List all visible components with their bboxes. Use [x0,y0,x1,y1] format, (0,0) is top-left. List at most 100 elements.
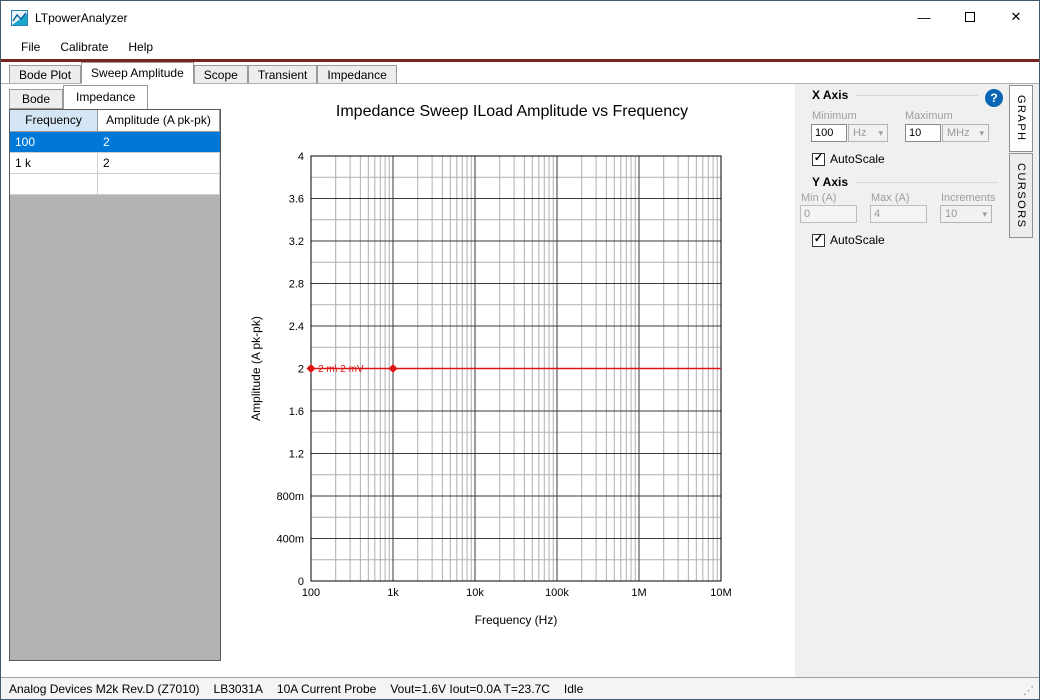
svg-text:3.2: 3.2 [289,236,304,248]
help-glyph: ? [990,91,997,105]
y-increments-value: 10 [945,208,957,220]
app-window: LTpowerAnalyzer — ✕ FileCalibrateHelp Bo… [0,0,1040,700]
y-min-label: Min (A) [801,192,836,204]
table-header-row: FrequencyAmplitude (A pk-pk) [10,110,220,132]
window-controls: — ✕ [901,1,1039,33]
svg-text:1.6: 1.6 [289,406,304,418]
maximize-icon [965,12,975,22]
svg-text:Amplitude (A pk-pk): Amplitude (A pk-pk) [249,316,263,421]
svg-text:3.6: 3.6 [289,194,304,206]
sub-tab-bode[interactable]: Bode [9,89,63,109]
help-icon[interactable]: ? [985,89,1003,107]
table-row[interactable] [10,174,220,195]
column-header-frequency[interactable]: Frequency [10,110,98,131]
tab-sweep-amplitude[interactable]: Sweep Amplitude [81,62,194,84]
checkbox-box: ✓ [812,234,825,247]
svg-text:100k: 100k [545,587,569,599]
side-tab-graph[interactable]: GRAPH [1009,85,1033,152]
tab-transient[interactable]: Transient [248,65,318,84]
x-axis-heading: X Axis [812,88,978,102]
svg-text:2.8: 2.8 [289,279,304,291]
side-tab-cursors[interactable]: CURSORS [1009,153,1033,239]
window-title: LTpowerAnalyzer [35,11,127,25]
y-autoscale-checkbox[interactable]: ✓ AutoScale [812,233,885,247]
chart-panel: Impedance Sweep ILoad Amplitude vs Frequ… [229,85,795,665]
svg-text:1M: 1M [631,587,646,599]
x-min-unit-select[interactable]: Hz ▾ [848,124,888,142]
chevron-down-icon: ▾ [878,128,883,139]
svg-text:Frequency (Hz): Frequency (Hz) [475,613,558,627]
table-cell[interactable]: 2 [98,132,220,152]
column-header-amplitude-a-pk-pk[interactable]: Amplitude (A pk-pk) [98,110,220,131]
svg-text:10k: 10k [466,587,484,599]
x-max-label: Maximum [905,110,953,122]
svg-text:2: 2 [298,364,304,376]
svg-text:4: 4 [298,151,304,163]
tab-impedance[interactable]: Impedance [317,65,396,84]
svg-text:1k: 1k [387,587,399,599]
table-row[interactable]: 1002 [10,132,220,153]
y-increments-select[interactable]: 10 ▾ [940,205,992,223]
check-icon: ✓ [814,153,823,164]
svg-text:2.4: 2.4 [289,321,304,333]
svg-text:400m: 400m [276,534,304,546]
menu-item-calibrate[interactable]: Calibrate [50,35,118,59]
x-autoscale-checkbox[interactable]: ✓ AutoScale [812,152,885,166]
table-row[interactable]: 1 k2 [10,153,220,174]
close-button[interactable]: ✕ [993,1,1039,33]
checkbox-box: ✓ [812,153,825,166]
x-min-label: Minimum [812,110,857,122]
impedance-sweep-chart[interactable]: 100 1k 10k 100k 1M 10M 0 400m 800m 1.2 1.6 2 2.4 2.8 3… [229,85,795,665]
svg-text:10M: 10M [710,587,731,599]
table-cell[interactable]: 1 k [10,153,98,173]
y-max-input[interactable] [870,205,927,223]
menu-bar: FileCalibrateHelp [1,35,1039,59]
x-max-input[interactable] [905,124,941,142]
menu-item-help[interactable]: Help [118,35,163,59]
x-min-input[interactable] [811,124,847,142]
status-segment-2: 10A Current Probe [277,682,376,696]
table-cell[interactable]: 100 [10,132,98,152]
minimize-button[interactable]: — [901,1,947,33]
table-body: 10021 k2 [10,132,220,195]
maximize-button[interactable] [947,1,993,33]
sub-tab-impedance[interactable]: Impedance [63,85,148,109]
svg-text:2 m\ 2 mV: 2 m\ 2 mV [318,364,364,375]
tab-scope[interactable]: Scope [194,65,248,84]
y-axis-heading: Y Axis [812,175,998,189]
axis-settings-panel: X Axis ? Minimum Maximum Hz ▾ MHz ▾ ✓ Au… [795,84,1007,677]
svg-text:100: 100 [302,587,320,599]
check-icon: ✓ [814,234,823,245]
y-min-input[interactable] [800,205,857,223]
minimize-icon: — [918,10,931,25]
x-autoscale-label: AutoScale [830,152,885,166]
chevron-down-icon: ▾ [979,128,984,139]
y-increments-label: Increments [941,192,995,204]
resize-grip-icon[interactable]: ⋰ [1023,684,1034,697]
svg-text:800m: 800m [276,491,304,503]
status-segment-4: Idle [564,682,583,696]
menu-item-file[interactable]: File [11,35,50,59]
chevron-down-icon: ▾ [982,209,987,220]
side-tab-label: GRAPH [1015,95,1027,142]
y-max-label: Max (A) [871,192,910,204]
x-min-unit-value: Hz [853,127,866,139]
x-max-unit-value: MHz [947,127,970,139]
status-segment-3: Vout=1.6V Iout=0.0A T=23.7C [390,682,550,696]
table-cell[interactable]: 2 [98,153,220,173]
svg-text:1.2: 1.2 [289,449,304,461]
title-bar: LTpowerAnalyzer — ✕ [1,1,1039,35]
table-cell[interactable] [10,174,98,194]
close-icon: ✕ [1011,9,1022,25]
status-segment-0: Analog Devices M2k Rev.D (Z7010) [9,682,200,696]
app-icon [11,10,28,26]
status-segment-1: LB3031A [214,682,263,696]
x-max-unit-select[interactable]: MHz ▾ [942,124,989,142]
side-tab-strip: GRAPH CURSORS [1007,84,1040,677]
table-cell[interactable] [98,174,220,194]
tab-bode-plot[interactable]: Bode Plot [9,65,81,84]
y-autoscale-label: AutoScale [830,233,885,247]
status-bar: Analog Devices M2k Rev.D (Z7010) LB3031A 1… [1,677,1039,699]
side-tab-label: CURSORS [1015,163,1027,229]
svg-text:0: 0 [298,576,304,588]
